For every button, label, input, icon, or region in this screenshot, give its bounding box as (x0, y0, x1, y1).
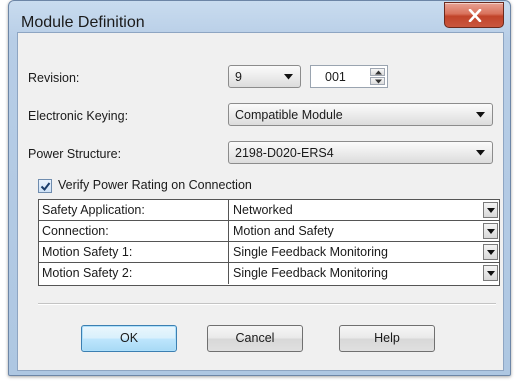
grid-row-connection: Connection: Motion and Safety (39, 221, 499, 242)
cancel-button[interactable]: Cancel (207, 325, 303, 352)
chevron-down-icon (487, 208, 495, 213)
chevron-down-icon (284, 74, 293, 80)
grid-dropdown-button[interactable] (483, 265, 498, 281)
ok-button[interactable]: OK (81, 325, 177, 352)
chevron-down-icon (476, 150, 485, 156)
grid-row-safety-application: Safety Application: Networked (39, 200, 499, 221)
keying-label: Electronic Keying: (28, 109, 129, 123)
chevron-down-icon (487, 250, 495, 255)
close-icon (468, 9, 482, 22)
dialog-title: Module Definition (21, 14, 145, 31)
power-structure-value: 2198-D020-ERS4 (235, 146, 334, 160)
chevron-down-icon (487, 271, 495, 276)
grid-dropdown-button[interactable] (483, 244, 498, 260)
keying-value: Compatible Module (235, 108, 343, 122)
spin-down-button[interactable] (370, 77, 385, 85)
grid-value-text: Single Feedback Monitoring (233, 266, 388, 280)
checkmark-icon (40, 182, 51, 192)
verify-power-label: Verify Power Rating on Connection (58, 178, 252, 192)
grid-row-name: Motion Safety 1: (39, 242, 229, 262)
safety-property-grid: Safety Application: Networked Connection… (38, 199, 500, 286)
grid-row-motion-safety-2: Motion Safety 2: Single Feedback Monitor… (39, 263, 499, 284)
revision-minor-value: 001 (325, 70, 346, 84)
separator (38, 303, 496, 305)
module-definition-dialog: Module Definition Revision: 9 001 Electr… (8, 0, 511, 376)
arrow-up-icon (375, 70, 382, 75)
help-button[interactable]: Help (339, 325, 435, 352)
revision-major-select[interactable]: 9 (228, 65, 301, 88)
grid-value-text: Motion and Safety (233, 224, 334, 238)
chevron-down-icon (487, 229, 495, 234)
revision-major-value: 9 (235, 70, 242, 84)
close-button[interactable] (444, 2, 504, 28)
spinner-buttons (370, 68, 385, 85)
chevron-down-icon (476, 112, 485, 118)
grid-value-text: Networked (233, 203, 293, 217)
revision-minor-spinner[interactable]: 001 (310, 65, 388, 88)
grid-dropdown-button[interactable] (483, 223, 498, 239)
grid-row-name: Connection: (39, 221, 229, 241)
grid-row-motion-safety-1: Motion Safety 1: Single Feedback Monitor… (39, 242, 499, 263)
grid-row-value[interactable]: Single Feedback Monitoring (229, 242, 499, 262)
keying-select[interactable]: Compatible Module (228, 103, 493, 126)
grid-row-value[interactable]: Motion and Safety (229, 221, 499, 241)
grid-row-value[interactable]: Networked (229, 200, 499, 220)
grid-row-name: Safety Application: (39, 200, 229, 220)
grid-row-value[interactable]: Single Feedback Monitoring (229, 263, 499, 284)
spin-up-button[interactable] (370, 68, 385, 76)
grid-value-text: Single Feedback Monitoring (233, 245, 388, 259)
grid-dropdown-button[interactable] (483, 202, 498, 218)
power-structure-label: Power Structure: (28, 147, 122, 161)
arrow-down-icon (375, 79, 382, 84)
grid-row-name: Motion Safety 2: (39, 263, 229, 284)
power-structure-select[interactable]: 2198-D020-ERS4 (228, 141, 493, 164)
verify-power-checkbox[interactable] (38, 179, 52, 193)
revision-label: Revision: (28, 71, 80, 85)
